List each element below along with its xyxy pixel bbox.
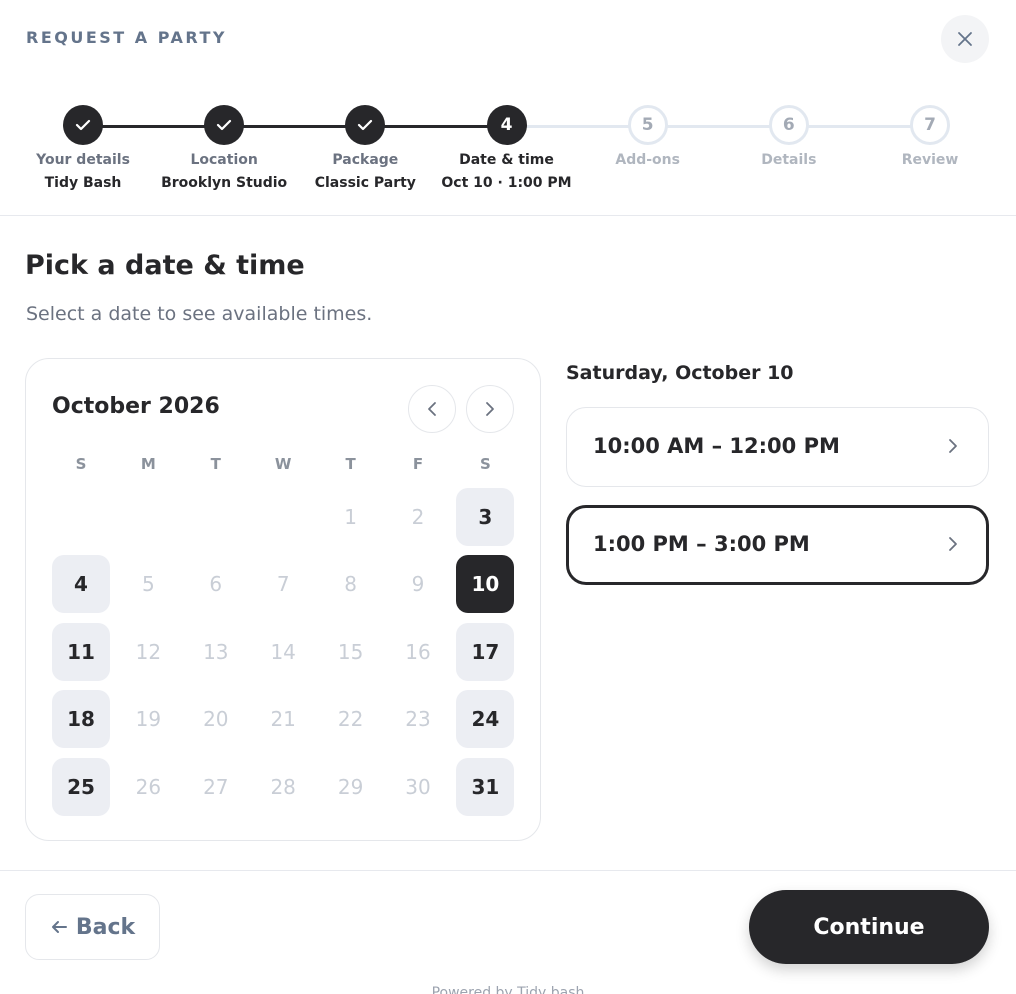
calendar-day-unavailable: 23 [405,707,431,732]
weekday-label: F [412,455,424,473]
page-title: Pick a date & time [25,250,305,281]
calendar-day-unavailable: 30 [405,774,431,799]
powered-by-text: Powered by Tidy bash [431,985,585,994]
calendar: October 2026 S M T W T F S 1 2 3 4 5 6 7 8 9 10 11 12 13 14 1… [25,358,541,841]
stepper-connector [383,125,489,128]
page-subtitle: Select a date to see available times. [26,303,373,325]
calendar-day-unavailable: 2 [411,505,425,529]
step-label: Package [332,152,399,168]
weekday-label: S [75,455,87,473]
continue-button-label: Continue [813,914,925,940]
back-button-label: Back [75,914,136,940]
step-number: 6 [768,105,809,145]
step-label: Your details [36,152,130,168]
calendar-day-unavailable: 15 [337,639,364,664]
back-button[interactable]: Back [25,894,160,960]
stepper-connector [806,125,912,128]
calendar-day-unavailable: 16 [405,639,431,664]
step-complete-indicator [63,105,103,145]
footer-divider [0,870,1016,871]
stepper-connector [524,125,630,128]
calendar-day-unavailable: 6 [209,572,223,597]
weekday-label: W [274,455,292,473]
calendar-day-unavailable: 26 [135,774,162,799]
step-number: 4 [486,105,527,145]
weekday-label: T [345,455,356,473]
time-slot-2[interactable]: 1:00 PM – 3:00 PM [566,504,989,585]
calendar-day-unavailable: 9 [411,572,425,597]
header-divider [0,215,1016,216]
calendar-day-unavailable: 21 [270,707,296,732]
stepper-connector [665,125,771,128]
weekday-label: S [479,455,491,473]
step-value: Oct 10 · 1:00 PM [441,175,572,191]
time-slot-label: 1:00 PM – 3:00 PM [593,531,810,556]
calendar-day-unavailable: 12 [135,639,162,664]
calendar-day-selected[interactable]: 10 [456,555,515,614]
calendar-day-unavailable: 14 [270,639,296,664]
calendar-day-available[interactable]: 11 [52,622,110,681]
calendar-day-unavailable: 7 [276,572,290,597]
step-label: Details [761,152,817,168]
step-value: Tidy Bash [44,175,122,191]
modal-title: REQUEST A PARTY [26,28,227,47]
chevron-left-icon [428,402,436,416]
step-number: 5 [627,105,668,145]
continue-button[interactable]: Continue [749,890,989,964]
step-complete-indicator [345,105,386,145]
calendar-day-available[interactable]: 18 [52,690,110,749]
previous-month-button[interactable] [408,385,456,433]
stepper-connector [242,125,348,128]
step-label: Add-ons [615,152,680,168]
calendar-day-unavailable: 1 [344,505,357,529]
close-button[interactable] [941,15,989,63]
time-slot-label: 10:00 AM – 12:00 PM [593,434,840,458]
calendar-day-unavailable: 8 [344,572,357,597]
chevron-right-icon [948,536,958,556]
step-label: Review [901,152,959,168]
step-label: Date & time [459,152,554,168]
step-complete-indicator [204,105,245,145]
calendar-month-label: October 2026 [52,394,220,419]
step-label: Location [190,152,258,168]
close-icon [958,32,972,46]
calendar-day-unavailable: 29 [337,774,364,799]
stepper-connector [101,125,207,128]
arrow-left-icon [51,921,67,933]
calendar-day-unavailable: 22 [337,707,364,732]
next-month-button[interactable] [466,385,514,433]
checkmark-icon [358,119,373,131]
chevron-right-icon [948,438,958,458]
step-value: Classic Party [314,175,416,191]
step-value: Brooklyn Studio [161,175,288,191]
weekday-label: T [210,455,221,473]
checkmark-icon [217,119,232,131]
weekday-label: M [140,455,156,473]
calendar-day-unavailable: 19 [135,707,162,732]
calendar-day-available[interactable]: 3 [456,488,515,546]
calendar-day-available[interactable]: 31 [456,757,515,816]
calendar-day-available[interactable]: 24 [456,690,515,749]
calendar-day-unavailable: 5 [142,572,155,597]
calendar-day-unavailable: 13 [203,639,229,664]
calendar-day-available[interactable]: 17 [456,622,515,681]
checkmark-icon [75,119,91,131]
calendar-day-unavailable: 28 [270,774,296,799]
selected-date-label: Saturday, October 10 [566,362,794,384]
chevron-right-icon [486,402,494,416]
time-slot-1[interactable]: 10:00 AM – 12:00 PM [566,407,989,487]
calendar-day-unavailable: 27 [203,774,229,799]
progress-stepper: Your details Tidy Bash Location Brooklyn St… [0,105,1016,205]
calendar-day-available[interactable]: 4 [52,555,110,614]
calendar-day-unavailable: 20 [203,707,229,732]
step-number: 7 [910,105,951,145]
calendar-day-available[interactable]: 25 [52,757,110,816]
